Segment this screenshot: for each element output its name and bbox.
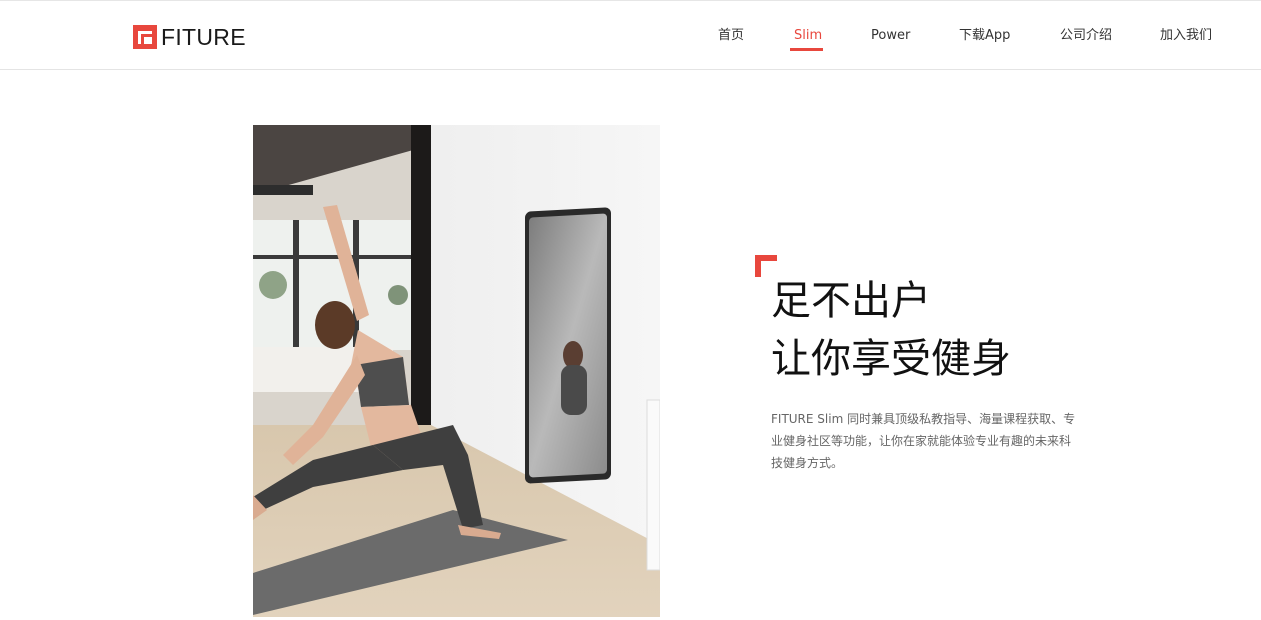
hero-image <box>253 125 660 617</box>
site-header: FITURE 首页 Slim Power 下载App 公司介绍 加入我们 <box>0 1 1261 70</box>
nav-item-download-app[interactable]: 下载App <box>959 27 1010 45</box>
nav-item-home[interactable]: 首页 <box>718 27 744 45</box>
brand-name: FITURE <box>161 24 246 50</box>
nav-item-slim[interactable]: Slim <box>794 27 822 45</box>
nav-item-company[interactable]: 公司介绍 <box>1060 27 1112 45</box>
brand-logo[interactable]: FITURE <box>133 24 246 50</box>
hero-headline: 足不出户 让你享受健身 <box>771 272 1011 388</box>
nav-active-indicator <box>790 48 823 51</box>
hero-description: FITURE Slim 同时兼具顶级私教指导、海量课程获取、专业健身社区等功能，… <box>771 412 1076 470</box>
headline-line-2: 让你享受健身 <box>771 336 1011 382</box>
yoga-mirror-photo-icon <box>253 125 660 617</box>
logo-icon <box>133 25 157 49</box>
nav-item-join-us[interactable]: 加入我们 <box>1160 27 1212 45</box>
nav-item-power[interactable]: Power <box>871 27 910 45</box>
headline-line-1: 足不出户 <box>771 278 931 324</box>
